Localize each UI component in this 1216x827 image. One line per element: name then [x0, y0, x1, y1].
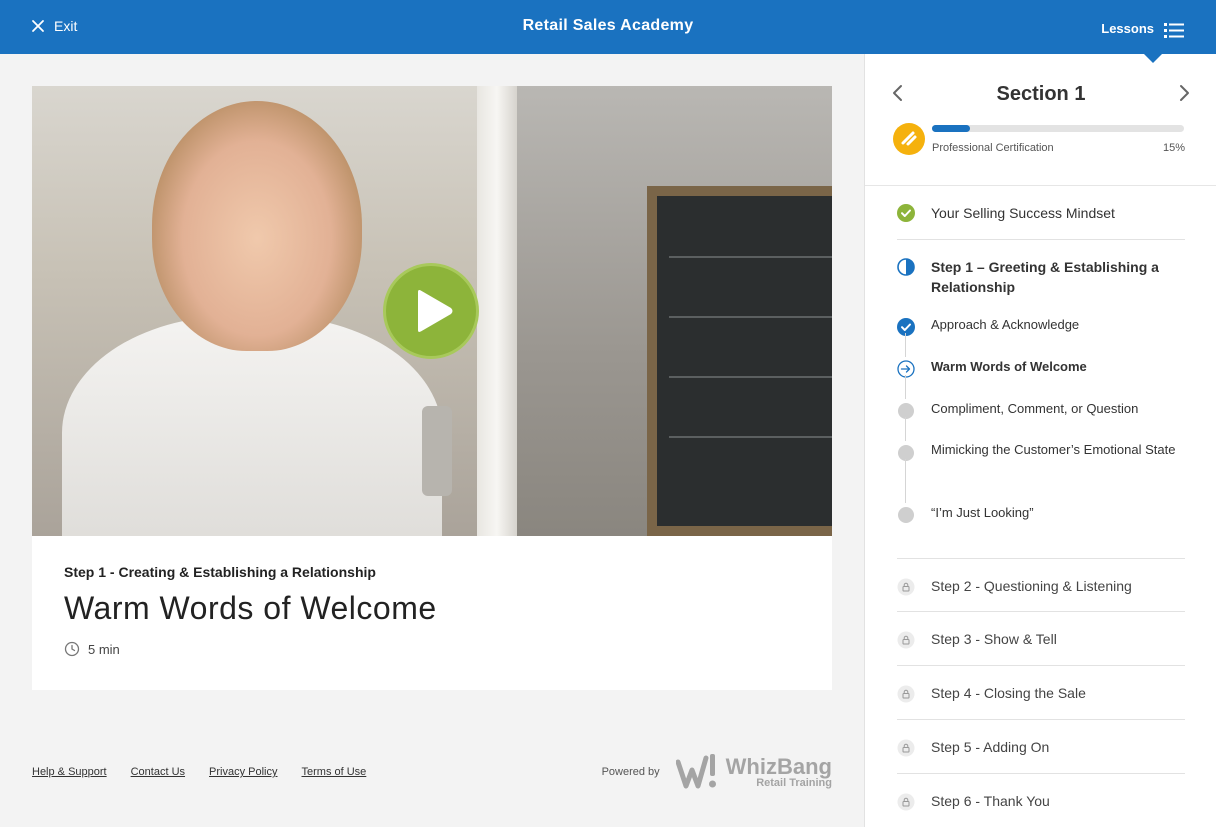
main-content: Step 1 - Creating & Establishing a Relat…: [0, 54, 864, 827]
terms-of-use-link[interactable]: Terms of Use: [302, 766, 367, 778]
check-circle-icon: [897, 204, 915, 222]
locked-step-item[interactable]: Step 3 - Show & Tell: [897, 612, 1185, 666]
locked-step-label: Step 2 - Questioning & Listening: [931, 578, 1132, 594]
certification-label: Professional Certification: [932, 142, 1054, 154]
list-icon: [1164, 23, 1184, 38]
video-player[interactable]: [32, 86, 832, 536]
lock-icon: [897, 793, 915, 811]
lock-icon: [897, 739, 915, 757]
sub-lesson-item[interactable]: Compliment, Comment, or Question: [897, 390, 1185, 441]
play-button[interactable]: [383, 263, 479, 359]
schedule-board: [647, 186, 832, 536]
sub-lesson-item[interactable]: Approach & Acknowledge: [897, 306, 1185, 357]
top-bar: Exit Retail Sales Academy Lessons: [0, 0, 1216, 54]
section-title: Section 1: [996, 83, 1086, 105]
lessons-label: Lessons: [1101, 20, 1154, 36]
video-person-head: [152, 101, 362, 351]
lesson-card: Step 1 - Creating & Establishing a Relat…: [32, 86, 832, 690]
lessons-sidebar: Section 1 Professional Certification 15%…: [864, 53, 1216, 827]
lesson-duration: 5 min: [64, 641, 437, 657]
locked-step-item[interactable]: Step 5 - Adding On: [897, 720, 1185, 774]
lock-icon: [897, 631, 915, 649]
locked-step-item[interactable]: Step 6 - Thank You: [897, 774, 1185, 827]
powered-by: Powered by WhizBang Retail Training: [602, 752, 832, 792]
play-icon: [418, 290, 453, 332]
powered-by-label: Powered by: [601, 766, 660, 778]
app-title: Retail Sales Academy: [522, 17, 694, 34]
lesson-list: Your Selling Success Mindset Step 1 – Gr…: [897, 186, 1185, 827]
check-circle-icon: [897, 318, 915, 336]
locked-step-item[interactable]: Step 4 - Closing the Sale: [897, 666, 1185, 720]
locked-step-label: Step 3 - Show & Tell: [931, 631, 1057, 647]
help-support-link[interactable]: Help & Support: [32, 766, 107, 778]
lesson-item-label: Your Selling Success Mindset: [931, 205, 1115, 221]
door-frame: [477, 86, 517, 536]
sub-lesson-label: Approach & Acknowledge: [931, 317, 1080, 332]
privacy-policy-link[interactable]: Privacy Policy: [209, 766, 277, 778]
arrow-right-circle-icon: [897, 360, 915, 378]
lesson-group-header[interactable]: Step 1 – Greeting & Establishing a Relat…: [897, 240, 1185, 306]
sub-lesson-item[interactable]: Mimicking the Customer’s Emotional State: [897, 432, 1185, 503]
half-circle-progress-icon: [897, 258, 915, 276]
lessons-button[interactable]: Lessons: [1101, 17, 1184, 39]
certification-progress-bar: [932, 125, 1184, 132]
locked-step-label: Step 4 - Closing the Sale: [931, 685, 1086, 701]
lesson-meta: Step 1 - Creating & Establishing a Relat…: [64, 564, 437, 657]
clock-icon: [64, 641, 80, 657]
incomplete-circle-icon: [898, 507, 914, 523]
sub-lesson-label: Compliment, Comment, or Question: [931, 401, 1139, 416]
lesson-group-label: Step 1 – Greeting & Establishing a Relat…: [931, 259, 1159, 295]
certificate-icon: [901, 131, 917, 146]
contact-us-link[interactable]: Contact Us: [131, 766, 185, 778]
sub-lesson-item-current[interactable]: Warm Words of Welcome: [897, 348, 1185, 399]
sub-lesson-label: Warm Words of Welcome: [931, 359, 1087, 374]
brand-name: WhizBang: [725, 753, 832, 779]
sub-lesson-label: Mimicking the Customer’s Emotional State: [931, 442, 1176, 457]
certification-percent: 15%: [1162, 142, 1185, 154]
lock-icon: [897, 578, 915, 596]
incomplete-circle-icon: [898, 403, 914, 419]
sub-lesson-item[interactable]: “I’m Just Looking”: [897, 494, 1185, 550]
chevron-right-icon[interactable]: [1175, 84, 1193, 102]
lock-icon: [897, 685, 915, 703]
certification-badge: [893, 123, 925, 155]
brand-tagline: Retail Training: [756, 776, 832, 789]
door-handle: [422, 406, 452, 496]
footer: Help & Support Contact Us Privacy Policy…: [32, 754, 832, 806]
locked-step-label: Step 6 - Thank You: [931, 793, 1050, 809]
locked-step-item[interactable]: Step 2 - Questioning & Listening: [897, 558, 1185, 612]
locked-step-label: Step 5 - Adding On: [931, 739, 1050, 755]
certification-progress-fill: [932, 125, 970, 132]
footer-links: Help & Support Contact Us Privacy Policy…: [32, 766, 366, 778]
incomplete-circle-icon: [898, 445, 914, 461]
whizbang-logo: WhizBang Retail Training: [675, 752, 832, 792]
lesson-title: Warm Words of Welcome: [64, 590, 437, 626]
section-header: Section 1 Professional Certification 15%: [865, 54, 1216, 186]
lesson-item[interactable]: Your Selling Success Mindset: [897, 186, 1185, 240]
sub-lesson-label: “I’m Just Looking”: [931, 505, 1034, 520]
lesson-section: Step 1 - Creating & Establishing a Relat…: [64, 564, 376, 580]
duration-label: 5 min: [88, 641, 120, 657]
whizbang-mark-icon: [675, 754, 716, 789]
